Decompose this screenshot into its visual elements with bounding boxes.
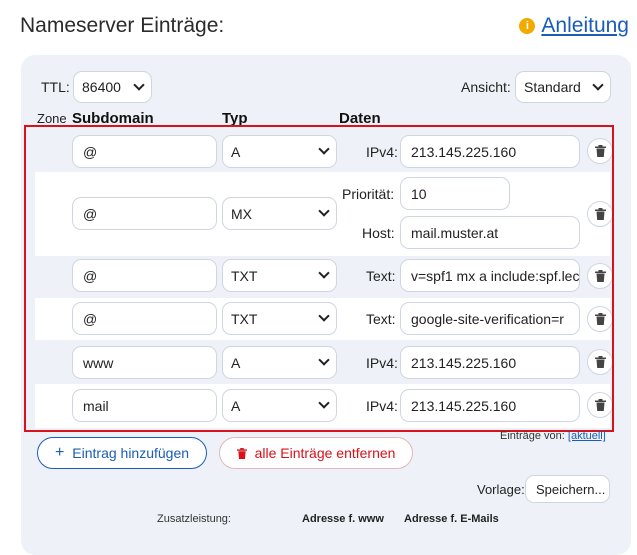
info-icon: i	[519, 18, 536, 34]
view-label: Ansicht:	[461, 79, 511, 95]
priority-input[interactable]: 10	[400, 177, 510, 210]
column-mail: Adresse f. E-Mails	[404, 513, 499, 525]
subdomain-input[interactable]: @	[72, 302, 217, 335]
entries-from: Einträge von: [aktuell]	[500, 430, 606, 442]
data-input[interactable]: 213.145.225.160	[400, 389, 580, 422]
type-select[interactable]: A	[222, 346, 337, 379]
help-link[interactable]: i Anleitung	[519, 14, 629, 38]
subdomain-input[interactable]: @	[72, 135, 217, 168]
subdomain-input[interactable]: @	[72, 259, 217, 292]
type-value: MX	[231, 205, 252, 222]
field-label: Host:	[362, 225, 395, 241]
ttl-label: TTL:	[41, 79, 70, 95]
type-value: A	[231, 143, 241, 160]
data-header: Daten	[339, 110, 381, 127]
zone-header: Zone	[37, 111, 67, 126]
type-value: A	[231, 354, 241, 371]
data-input[interactable]: v=spf1 mx a include:spf.lec	[400, 259, 580, 292]
type-select[interactable]: MX	[222, 197, 337, 230]
field-label: IPv4:	[366, 355, 398, 371]
trash-icon	[594, 145, 606, 157]
data-input[interactable]: google-site-verification=r	[400, 302, 580, 335]
subdomain-input[interactable]: www	[72, 346, 217, 379]
field-label: Text:	[366, 311, 396, 327]
remove-all-label: alle Einträge entfernen	[254, 445, 396, 461]
type-header: Typ	[222, 110, 248, 127]
plus-icon: +	[54, 444, 65, 461]
view-select[interactable]: Standard	[515, 71, 611, 103]
help-link-label: Anleitung	[541, 14, 629, 37]
delete-record-button[interactable]	[587, 306, 613, 332]
type-select[interactable]: A	[222, 389, 337, 422]
type-value: TXT	[231, 267, 258, 284]
data-input[interactable]: 213.145.225.160	[400, 346, 580, 379]
delete-record-button[interactable]	[587, 263, 613, 289]
field-label: IPv4:	[366, 398, 398, 414]
chevron-down-icon	[318, 143, 330, 155]
trash-icon	[236, 447, 247, 459]
delete-record-button[interactable]	[587, 349, 613, 375]
chevron-down-icon	[133, 78, 145, 91]
entries-from-label: Einträge von:	[500, 430, 565, 442]
field-label: IPv4:	[366, 144, 398, 160]
field-label: Text:	[366, 268, 396, 284]
subdomain-input[interactable]: mail	[72, 389, 217, 422]
chevron-down-icon	[318, 354, 330, 366]
trash-icon	[594, 399, 606, 411]
trash-icon	[594, 356, 606, 368]
chevron-down-icon	[318, 267, 330, 279]
chevron-down-icon	[318, 310, 330, 322]
chevron-down-icon	[592, 78, 604, 91]
add-entry-label: Eintrag hinzufügen	[72, 445, 190, 461]
trash-icon	[594, 208, 606, 220]
chevron-down-icon	[318, 205, 330, 217]
column-www: Adresse f. www	[302, 513, 384, 525]
remove-all-button[interactable]: alle Einträge entfernen	[219, 437, 413, 469]
delete-record-button[interactable]	[587, 392, 613, 418]
subdomain-input[interactable]: @	[72, 197, 217, 230]
type-select[interactable]: TXT	[222, 302, 337, 335]
page-title: Nameserver Einträge:	[20, 14, 225, 37]
extra-label: Zusatzleistung:	[157, 513, 231, 525]
host-input[interactable]: mail.muster.at	[400, 216, 580, 249]
view-value: Standard	[524, 79, 581, 95]
type-value: A	[231, 397, 241, 414]
ttl-select[interactable]: 86400	[73, 71, 152, 103]
field-label: Priorität:	[342, 186, 395, 202]
add-entry-button[interactable]: + Eintrag hinzufügen	[37, 437, 207, 469]
type-select[interactable]: A	[222, 135, 337, 168]
save-template-button[interactable]: Speichern...	[525, 475, 610, 503]
delete-record-button[interactable]	[587, 201, 613, 227]
template-label: Vorlage:	[477, 482, 525, 497]
trash-icon	[594, 313, 606, 325]
delete-record-button[interactable]	[587, 138, 613, 164]
data-input[interactable]: 213.145.225.160	[400, 135, 580, 168]
subdomain-header: Subdomain	[72, 110, 154, 127]
type-select[interactable]: TXT	[222, 259, 337, 292]
ttl-value: 86400	[82, 79, 121, 95]
trash-icon	[594, 270, 606, 282]
chevron-down-icon	[318, 397, 330, 409]
type-value: TXT	[231, 310, 258, 327]
entries-from-link[interactable]: [aktuell]	[568, 430, 606, 442]
